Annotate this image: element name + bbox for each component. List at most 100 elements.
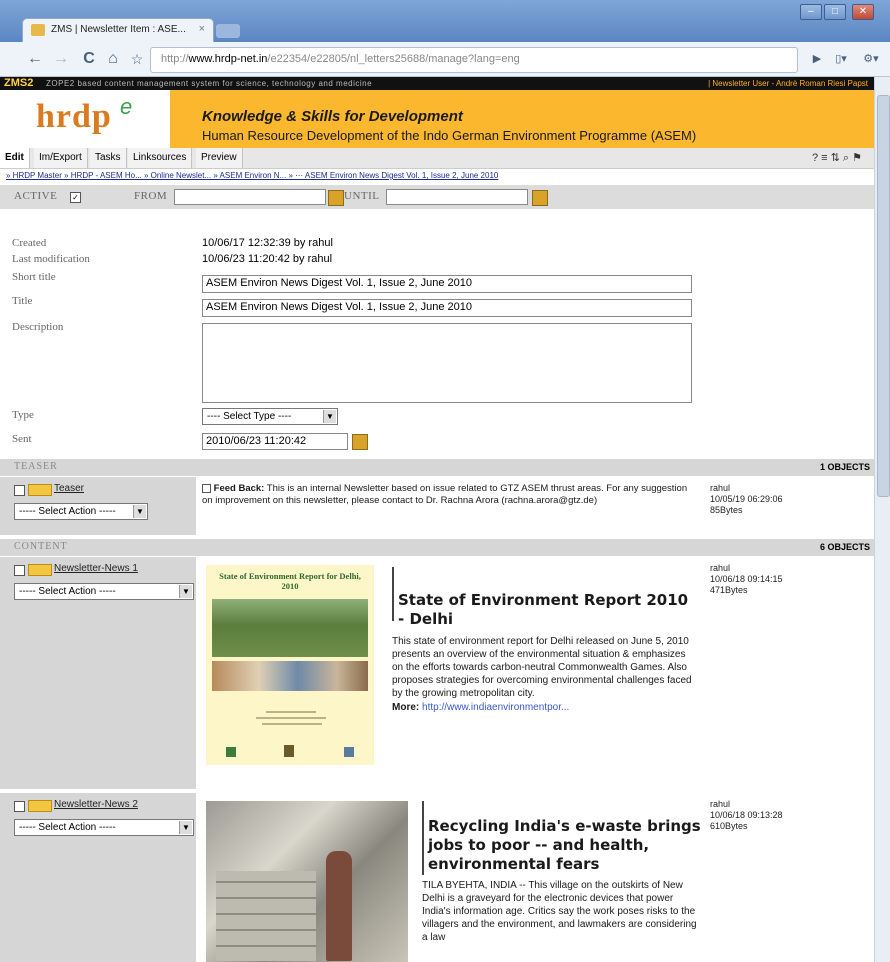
news2-action-value: ----- Select Action ----- — [19, 822, 116, 833]
active-bar: ACTIVE ✓ FROM UNTIL — [0, 185, 874, 209]
news1-action-value: ----- Select Action ----- — [19, 586, 116, 597]
zms-user-info[interactable]: | Newsletter User - Andrè Roman Riesi Pa… — [708, 79, 868, 88]
teaser-content: Feed Back: This is an internal Newslette… — [196, 477, 704, 535]
teaser-text: This is an internal Newsletter based on … — [202, 483, 688, 506]
modified-value: 10/06/23 11:20:42 by rahul — [202, 253, 333, 265]
tools-menu-icon[interactable]: ⚙▾ — [858, 48, 884, 70]
tab-title: ZMS | Newsletter Item : ASE... — [51, 24, 186, 35]
vertical-scrollbar[interactable] — [874, 77, 890, 962]
news1-link[interactable]: Newsletter-News 1 — [54, 563, 138, 574]
teaser-meta-size: 85Bytes — [710, 505, 743, 515]
emblem-icon — [284, 745, 294, 757]
until-calendar-icon[interactable] — [532, 190, 548, 206]
logo-accent: e — [120, 94, 133, 119]
created-label: Created — [12, 237, 47, 249]
address-bar[interactable]: http://www.hrdp-net.in/e22354/e22805/nl_… — [150, 47, 798, 73]
new-tab-button[interactable] — [216, 24, 240, 38]
news1-cover-title: State of Environment Report for Delhi, 2… — [219, 571, 361, 591]
news2-meta-date: 10/06/18 09:13:28 — [710, 810, 783, 820]
teaser-checkbox[interactable] — [14, 485, 25, 496]
browser-toolbar: ← → C ⌂ ☆ http://www.hrdp-net.in/e22354/… — [0, 42, 890, 77]
emblem-icon — [226, 747, 236, 757]
news2-folder-icon — [28, 800, 52, 812]
news1-more-link[interactable]: http://www.indiaenvironmentpor... — [422, 702, 569, 713]
browser-tab[interactable]: ZMS | Newsletter Item : ASE... × — [22, 18, 214, 43]
content-section-bar[interactable]: CONTENT 6 OBJECTS — [0, 539, 874, 556]
page-menu-icon[interactable]: ▯▾ — [828, 48, 854, 70]
short-title-input[interactable]: ASEM Environ News Digest Vol. 1, Issue 2… — [202, 275, 692, 293]
news1-meta-user: rahul — [710, 563, 731, 573]
bookmark-star-icon[interactable]: ☆ — [126, 48, 148, 70]
crt-monitor-stack — [216, 871, 316, 961]
until-date-field[interactable] — [386, 189, 528, 205]
window-titlebar: ZMS | Newsletter Item : ASE... × – □ ✕ — [0, 0, 890, 43]
short-title-label: Short title — [12, 271, 56, 283]
url-prefix: http:// — [161, 53, 189, 65]
teaser-action-select[interactable]: ----- Select Action ----- ▼ — [14, 503, 148, 520]
minimize-button[interactable]: – — [800, 4, 822, 20]
teaser-section-title: TEASER — [14, 461, 58, 472]
breadcrumb[interactable]: » HRDP Master » HRDP - ASEM Ho... » Onli… — [6, 171, 498, 180]
tab-close-icon[interactable]: × — [199, 23, 205, 35]
header-tagline: Knowledge & Skills for Development — [202, 108, 463, 125]
person-figure — [326, 851, 352, 961]
news2-meta: rahul 10/06/18 09:13:28 610Bytes — [704, 793, 874, 962]
toolbar-icons[interactable]: ? ≡ ⇅ ⌕ ⚑ — [812, 151, 862, 165]
tab-edit[interactable]: Edit — [0, 148, 30, 168]
created-value: 10/06/17 12:32:39 by rahul — [202, 237, 333, 249]
tab-linksources[interactable]: Linksources — [128, 148, 193, 168]
news1-content: State of Environment Report for Delhi, 2… — [196, 557, 704, 789]
tab-tasks[interactable]: Tasks — [90, 148, 127, 168]
chevron-down-icon: ▼ — [133, 505, 146, 518]
description-textarea[interactable] — [202, 323, 692, 403]
news1-more-label: More: — [392, 702, 420, 713]
zms-topbar: ZMS2 ZOPE2 based content management syst… — [0, 77, 874, 90]
go-icon[interactable]: ▶ — [806, 48, 828, 70]
teaser-meta-date: 10/05/19 06:29:06 — [710, 494, 783, 504]
forward-icon[interactable]: → — [50, 48, 72, 70]
home-icon[interactable]: ⌂ — [102, 48, 124, 70]
tab-im-export[interactable]: Im/Export — [34, 148, 88, 168]
scrollbar-thumb[interactable] — [877, 95, 890, 497]
zms-brand: ZMS2 — [4, 77, 34, 89]
url-host: www.hrdp-net.in — [188, 53, 268, 65]
news1-action-select[interactable]: ----- Select Action ----- ▼ — [14, 583, 194, 600]
maximize-button[interactable]: □ — [824, 4, 846, 20]
feedback-checkbox — [202, 483, 211, 493]
hrdp-logo[interactable]: hrdp e — [0, 90, 170, 148]
active-label: ACTIVE — [14, 190, 58, 202]
reload-icon[interactable]: C — [78, 48, 100, 70]
news2-link[interactable]: Newsletter-News 2 — [54, 799, 138, 810]
type-select[interactable]: ---- Select Type ---- ▼ — [202, 408, 338, 425]
from-calendar-icon[interactable] — [328, 190, 344, 206]
teaser-section-bar[interactable]: TEASER 1 OBJECTS — [0, 459, 874, 476]
sent-date-field[interactable]: 2010/06/23 11:20:42 — [202, 433, 348, 450]
close-window-button[interactable]: ✕ — [852, 4, 874, 20]
news1-folder-icon — [28, 564, 52, 576]
sent-label: Sent — [12, 433, 32, 445]
from-label: FROM — [134, 190, 168, 202]
news1-checkbox[interactable] — [14, 565, 25, 576]
type-select-value: ---- Select Type ---- — [207, 411, 292, 422]
news2-content: Recycling India's e-waste brings jobs to… — [196, 793, 704, 962]
emblem-icon — [344, 747, 354, 757]
forest-photo — [212, 599, 368, 657]
back-icon[interactable]: ← — [24, 48, 46, 70]
sent-calendar-icon[interactable] — [352, 434, 368, 450]
chevron-down-icon: ▼ — [179, 585, 192, 598]
manage-tabs: Edit Im/Export Tasks Linksources Preview… — [0, 148, 874, 169]
news1-cover-image: State of Environment Report for Delhi, 2… — [206, 565, 374, 765]
teaser-link[interactable]: Teaser — [54, 483, 84, 494]
from-date-field[interactable] — [174, 189, 326, 205]
news2-checkbox[interactable] — [14, 801, 25, 812]
tab-preview[interactable]: Preview — [196, 148, 243, 168]
type-label: Type — [12, 409, 34, 421]
news2-action-select[interactable]: ----- Select Action ----- ▼ — [14, 819, 194, 836]
url-path: /e22354/e22805/nl_letters25688/manage?la… — [267, 53, 520, 65]
active-checkbox[interactable]: ✓ — [70, 192, 81, 203]
teaser-meta-user: rahul — [710, 483, 731, 493]
news2-photo — [206, 801, 408, 962]
news1-headline: State of Environment Report 2010 - Delhi — [398, 591, 689, 628]
title-input[interactable]: ASEM Environ News Digest Vol. 1, Issue 2… — [202, 299, 692, 317]
news2-body: TILA BYEHTA, INDIA -- This village on th… — [422, 880, 697, 943]
